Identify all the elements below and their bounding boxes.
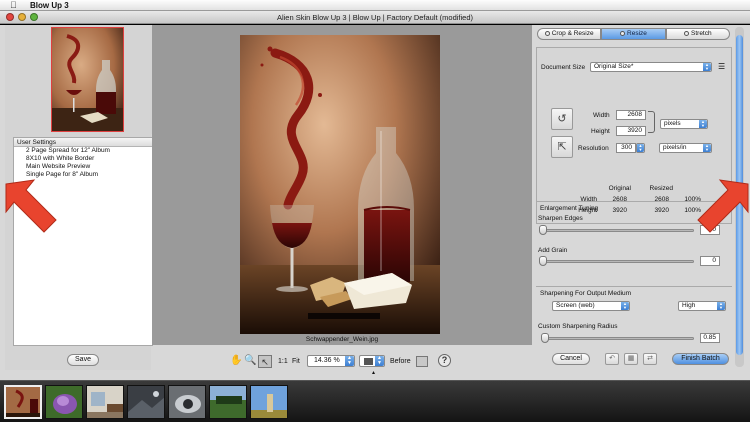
swap-orientation-icon[interactable]: ↺ [551,108,573,130]
filmstrip-thumbnail[interactable] [45,385,83,419]
zoom-tool-icon[interactable]: 🔍 [244,355,256,367]
options-menu-icon[interactable]: ☰ [718,63,725,71]
radio-icon [544,31,550,36]
filmstrip [0,380,750,422]
finish-batch-button[interactable]: Finish Batch [672,353,729,365]
sharpen-edges-slider-track[interactable] [542,229,694,232]
resized-column-header: Resized [649,185,673,192]
stepper-arrows-icon: ▲ ▼ [703,144,711,152]
window-title-bar: Alien Skin Blow Up 3 | Blow Up | Factory… [0,11,750,24]
navigator-thumbnail[interactable] [51,27,124,132]
height-label: Height [591,128,610,135]
sharpening-amount-select[interactable]: High ▲ ▼ [678,301,726,311]
filmstrip-thumbnail[interactable] [127,385,165,419]
stepper-arrows-icon: ▲ ▼ [375,356,384,366]
user-settings-header[interactable]: User Settings [14,138,152,147]
filmstrip-thumbnail[interactable] [209,385,247,419]
sharpening-radius-slider-track[interactable] [542,337,694,340]
output-sharpening-section: Sharpening For Output Medium Screen (web… [536,286,732,346]
right-arrow-annotation-icon [697,179,749,233]
preset-item[interactable]: Main Website Preview [14,163,152,171]
resolution-units-select[interactable]: pixels/in ▲ ▼ [659,143,712,153]
image-filename: Schwappender_Wein.jpg [305,336,379,343]
stepper-arrows-icon: ▲ ▼ [703,63,711,71]
pointer-tool-icon[interactable]: ↖ [258,355,272,368]
user-settings-list: User Settings 2 Page Spread for 12" Albu… [13,137,153,346]
collapse-filmstrip-icon[interactable]: ▴ [372,369,375,378]
resolution-label: Resolution [578,145,609,152]
split-view-icon [364,358,373,365]
filmstrip-thumbnail[interactable] [250,385,288,419]
sharpening-radius-label: Custom Sharpening Radius [538,323,618,330]
app-menu[interactable]: Blow Up 3 [30,0,69,11]
stepper-arrows-icon: ▲ ▼ [345,356,354,366]
main-window: User Settings 2 Page Spread for 12" Albu… [0,25,750,380]
document-size-label: Document Size [541,64,586,71]
height-input[interactable]: 3920 [616,126,646,136]
width-label: Width [593,112,610,119]
compare-icon[interactable]: ⇄ [643,353,657,365]
before-after-toggle-icon[interactable] [416,356,428,367]
preset-item[interactable]: 2 Page Spread for 12" Album [14,147,152,155]
resolution-select[interactable]: ▲ ▼ [636,143,645,153]
size-units-select[interactable]: pixels ▲ ▼ [660,119,708,129]
before-label: Before [390,358,411,365]
sharpen-edges-label: Sharpen Edges [538,215,583,222]
stepper-arrows-icon: ▲ ▼ [637,143,644,152]
add-grain-label: Add Grain [538,247,568,254]
add-grain-slider-knob[interactable] [539,256,547,266]
add-grain-input[interactable]: 0 [700,256,720,266]
tab-stretch[interactable]: Stretch [665,28,730,40]
hand-tool-icon[interactable]: ✋ [230,355,242,367]
tab-resize[interactable]: Resize [601,28,666,40]
layout-icon[interactable]: ▦ [624,353,638,365]
left-arrow-annotation-icon [5,179,57,233]
preview-image[interactable] [240,35,440,334]
sharpen-edges-slider-knob[interactable] [539,225,547,235]
filmstrip-thumbnail[interactable] [168,385,206,419]
original-column-header: Original [608,185,631,192]
output-medium-select[interactable]: Screen (web) ▲ ▼ [552,301,630,311]
one-to-one-button[interactable]: 1:1 [278,357,288,366]
resolution-input[interactable]: 300 [616,143,636,153]
window-title: Alien Skin Blow Up 3 | Blow Up | Factory… [276,13,474,22]
zoom-level-select[interactable]: 14.36 % ▲ ▼ [307,355,355,367]
section-title[interactable]: Sharpening For Output Medium [540,290,631,298]
help-button[interactable]: ? [438,354,451,367]
image-canvas[interactable]: Schwappender_Wein.jpg [152,25,532,345]
undo-icon[interactable]: ↶ [605,353,619,365]
width-input[interactable]: 2608 [616,110,646,120]
save-preset-button[interactable]: Save [67,354,99,366]
sharpening-radius-input[interactable]: 0.85 [700,333,720,343]
stepper-arrows-icon: ▲ ▼ [621,302,629,310]
tab-crop-resize[interactable]: Crop & Resize [537,28,602,40]
link-proportions-icon[interactable] [648,111,655,133]
apple-menu-icon[interactable]:  [10,0,17,11]
navigator [13,26,153,134]
add-grain-slider-track[interactable] [542,260,694,263]
mode-tabs: Crop & Resize Resize Stretch [537,28,730,40]
sharpening-radius-slider-knob[interactable] [541,333,549,343]
radio-icon [684,31,690,36]
radio-icon [620,31,626,36]
filmstrip-thumbnail[interactable] [4,385,42,419]
section-title[interactable]: Enlargement Tuning [540,205,598,213]
zoom-level-value: 14.36 % [314,357,340,364]
preset-item[interactable]: 8X10 with White Border [14,155,152,163]
document-size-select[interactable]: Original Size* ▲ ▼ [590,62,712,72]
cancel-button[interactable]: Cancel [552,353,590,365]
bottom-toolbar: ✋ 🔍 ↖ 1:1 Fit 14.36 % ▲ ▼ ▲ ▼ Before ? ▴ [152,347,532,380]
menu-bar:  Blow Up 3 [0,0,750,11]
stepper-arrows-icon: ▲ ▼ [699,120,707,128]
reset-size-icon[interactable]: ⇱ [551,136,573,158]
fit-button[interactable]: Fit [292,357,300,366]
preview-mode-select[interactable]: ▲ ▼ [359,355,385,367]
stepper-arrows-icon: ▲ ▼ [717,302,725,310]
filmstrip-thumbnail[interactable] [86,385,124,419]
